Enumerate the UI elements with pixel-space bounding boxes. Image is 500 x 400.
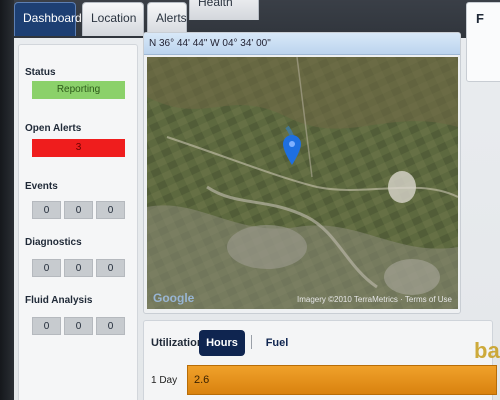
utilization-bar-track: 2.6 <box>187 365 497 395</box>
right-panel: F <box>466 2 500 82</box>
utilization-bar-value: 2.6 <box>194 374 210 386</box>
satellite-map[interactable]: Google Imagery ©2010 TerraMetrics · Term… <box>147 57 458 309</box>
fluid-analysis-count[interactable]: 0 <box>64 317 93 335</box>
satellite-imagery <box>147 57 458 309</box>
map-pin-icon[interactable] <box>283 135 301 165</box>
watermark-logo: ba <box>474 338 500 363</box>
diagnostics-count[interactable]: 0 <box>64 259 93 277</box>
fluid-analysis-label: Fluid Analysis <box>25 295 93 306</box>
separator <box>251 335 252 349</box>
fluid-analysis-count[interactable]: 0 <box>32 317 61 335</box>
events-label: Events <box>25 181 58 192</box>
app-screen: Dashboard Location Alerts Health F Statu… <box>0 0 500 400</box>
hours-button[interactable]: Hours <box>199 330 245 356</box>
events-count[interactable]: 0 <box>96 201 125 219</box>
map-attribution[interactable]: Imagery ©2010 TerraMetrics · Terms of Us… <box>297 295 452 304</box>
open-alerts-label: Open Alerts <box>25 123 82 134</box>
map-coordinates: N 36° 44' 44" W 04° 34' 00" <box>144 33 460 55</box>
fuel-button[interactable]: Fuel <box>259 330 295 356</box>
open-alerts-count[interactable]: 3 <box>32 139 125 157</box>
tab-health[interactable]: Health <box>189 0 259 20</box>
fluid-analysis-count[interactable]: 0 <box>96 317 125 335</box>
utilization-panel: Utilization: Hours Fuel 1 Day 2.6 <box>143 320 497 400</box>
diagnostics-counts: 0 0 0 <box>32 259 127 277</box>
events-count[interactable]: 0 <box>32 201 61 219</box>
status-badge[interactable]: Reporting <box>32 81 125 99</box>
tab-dashboard[interactable]: Dashboard <box>14 2 82 36</box>
events-counts: 0 0 0 <box>32 201 127 219</box>
tab-location[interactable]: Location <box>82 2 144 36</box>
events-count[interactable]: 0 <box>64 201 93 219</box>
diagnostics-count[interactable]: 0 <box>96 259 125 277</box>
map-panel: N 36° 44' 44" W 04° 34' 00" Google Image… <box>143 32 461 314</box>
diagnostics-label: Diagnostics <box>25 237 82 248</box>
utilization-bar[interactable]: 2.6 <box>187 365 497 395</box>
fluid-analysis-counts: 0 0 0 <box>32 317 127 335</box>
right-panel-label: F <box>476 11 484 26</box>
diagnostics-count[interactable]: 0 <box>32 259 61 277</box>
summary-sidebar: Status Reporting Open Alerts 3 Events 0 … <box>18 44 138 400</box>
tab-alerts[interactable]: Alerts <box>147 2 187 36</box>
google-logo: Google <box>153 291 195 305</box>
utilization-row-label: 1 Day <box>151 375 178 386</box>
status-label: Status <box>25 67 56 78</box>
monitor-bezel <box>0 0 14 400</box>
